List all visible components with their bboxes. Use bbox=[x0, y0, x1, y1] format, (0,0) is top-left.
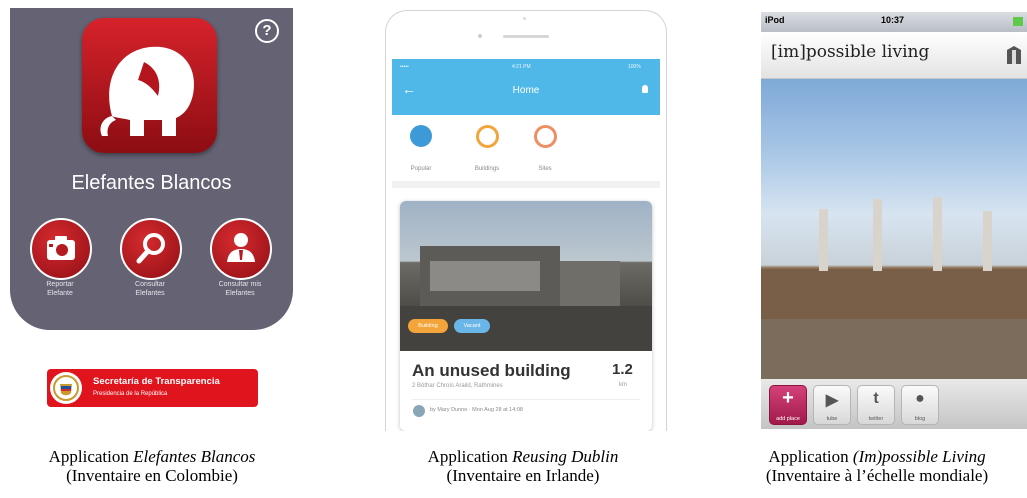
gov-banner-subtitle: Presidencia de la República bbox=[93, 391, 168, 397]
twitter-button[interactable]: t twitter bbox=[857, 385, 895, 425]
status-bar: iPod 10:37 bbox=[761, 12, 1027, 32]
popular-drop-icon[interactable] bbox=[410, 125, 432, 147]
listing-distance: 1.2 bbox=[612, 361, 633, 378]
play-icon: ▶ bbox=[825, 392, 839, 409]
listing-byline: by Mary Dunne · Mon Aug 28 at 14:08 bbox=[430, 407, 523, 413]
listing-card[interactable]: Building Vacant An unused building 2 Bót… bbox=[400, 201, 652, 431]
government-banner[interactable]: Secretaría de Transparencia Presidencia … bbox=[47, 369, 258, 407]
report-elephant-label: Reportar Elefante bbox=[46, 281, 74, 297]
nav-title: Home bbox=[512, 85, 540, 96]
tag-vacant: Vacant bbox=[454, 319, 490, 333]
caption-reusing-dublin: Application Reusing Dublin (Inventaire e… bbox=[427, 447, 619, 485]
buildings-icon[interactable] bbox=[476, 125, 499, 148]
twitter-icon: t bbox=[873, 390, 879, 407]
gov-banner-title: Secretaría de Transparencia bbox=[93, 376, 220, 387]
person-icon bbox=[227, 233, 255, 262]
category-sites[interactable]: Sites bbox=[520, 166, 570, 172]
magnifier-icon bbox=[136, 233, 165, 264]
card-divider bbox=[412, 399, 640, 400]
speech-bubble-icon: ● bbox=[915, 390, 925, 407]
building-logo-icon[interactable] bbox=[1004, 44, 1024, 66]
carrier-label: iPod bbox=[765, 15, 785, 25]
distance-unit: km bbox=[619, 382, 627, 388]
consult-elephants-button[interactable] bbox=[120, 218, 182, 280]
elephant-icon bbox=[100, 46, 194, 136]
consult-elephants-label: Consultar Elefantes bbox=[135, 281, 165, 297]
listing-address: 2 Bóthar Chroís Araild, Rathmines bbox=[412, 383, 503, 389]
front-camera bbox=[478, 34, 482, 38]
category-popular[interactable]: Popular bbox=[396, 166, 446, 172]
power-station-photo bbox=[761, 79, 1027, 379]
category-buildings[interactable]: Buildings bbox=[462, 166, 512, 172]
status-time: 4:21 PM bbox=[512, 64, 531, 70]
nav-bar: ••••• 4:21 PM 100% ← Home bbox=[392, 59, 660, 115]
signal-indicator: ••••• bbox=[400, 64, 409, 70]
section-separator bbox=[392, 181, 660, 188]
report-elephant-button[interactable] bbox=[30, 218, 92, 280]
camera-icon bbox=[47, 236, 75, 260]
plus-icon: + bbox=[782, 387, 794, 409]
battery-icon bbox=[1013, 17, 1023, 26]
elephant-logo bbox=[82, 18, 217, 153]
bottom-toolbar: + add place ▶ tube t twitter ● blog bbox=[761, 379, 1027, 429]
consult-my-elephants-label: Consultar mis Elefantes bbox=[218, 281, 262, 297]
add-place-button[interactable]: + add place bbox=[769, 385, 807, 425]
sites-icon[interactable] bbox=[534, 125, 557, 148]
notification-bell-icon[interactable] bbox=[642, 85, 648, 93]
help-icon[interactable]: ? bbox=[255, 19, 279, 43]
phone-speaker bbox=[503, 35, 549, 38]
blog-button[interactable]: ● blog bbox=[901, 385, 939, 425]
reusing-dublin-screenshot: ••••• 4:21 PM 100% ← Home Popular Buildi… bbox=[385, 10, 667, 431]
impossible-living-screenshot: iPod 10:37 [im]possible living + add pla… bbox=[761, 12, 1027, 429]
status-time: 10:37 bbox=[881, 15, 905, 25]
author-avatar bbox=[413, 405, 425, 417]
caption-impossible-living: Application (Im)possible Living (Inventa… bbox=[765, 447, 989, 485]
caption-elefantes-blancos: Application Elefantes Blancos (Inventair… bbox=[48, 447, 256, 485]
sensor-dot bbox=[523, 17, 526, 20]
listing-title: An unused building bbox=[412, 361, 571, 380]
nav-bar: [im]possible living bbox=[761, 32, 1027, 79]
elefantes-blancos-screenshot: ? Elefantes Blancos Reportar Elefante Con… bbox=[10, 8, 293, 430]
brand-title: [im]possible living bbox=[771, 42, 930, 62]
consult-my-elephants-button[interactable] bbox=[210, 218, 272, 280]
tube-button[interactable]: ▶ tube bbox=[813, 385, 851, 425]
tag-building: Building bbox=[408, 319, 448, 333]
coat-of-arms-icon bbox=[50, 372, 82, 404]
app-title: Elefantes Blancos bbox=[71, 172, 232, 194]
battery-indicator: 100% bbox=[628, 64, 641, 70]
